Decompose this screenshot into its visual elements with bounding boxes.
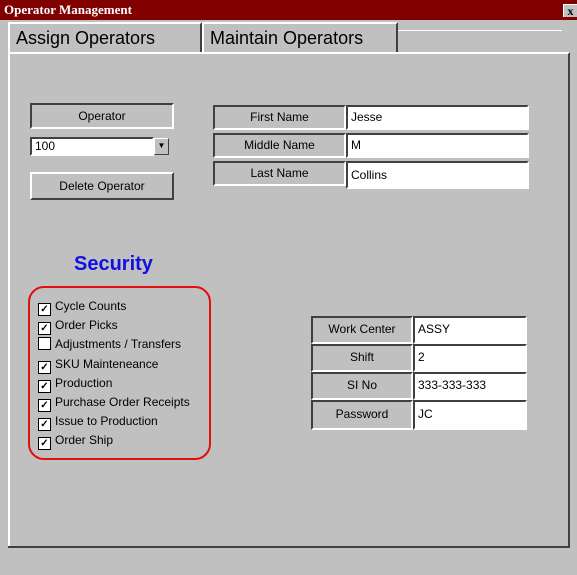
status-bar <box>8 546 570 575</box>
operator-combo-input[interactable]: 100 <box>30 137 154 156</box>
checkbox-checked-icon[interactable]: ✓ <box>38 361 51 374</box>
checkbox-checked-icon[interactable]: ✓ <box>38 380 51 393</box>
checkbox-purchase-order-receipts[interactable]: ✓ Purchase Order Receipts <box>38 394 190 412</box>
checkbox-label: Order Picks <box>55 318 118 332</box>
work-center-label: Work Center <box>311 316 413 344</box>
first-name-field[interactable]: Jesse <box>346 105 529 130</box>
checkbox-order-picks[interactable]: ✓ Order Picks <box>38 317 118 335</box>
checkbox-issue-to-production[interactable]: ✓ Issue to Production <box>38 413 158 431</box>
middle-name-field[interactable]: M <box>346 133 529 158</box>
first-name-label: First Name <box>213 105 346 130</box>
delete-operator-button[interactable]: Delete Operator <box>30 172 174 200</box>
checkbox-checked-icon[interactable]: ✓ <box>38 437 51 450</box>
last-name-field[interactable]: Collins <box>346 161 529 189</box>
si-no-field[interactable]: 333-333-333 <box>413 372 527 400</box>
checkbox-checked-icon[interactable]: ✓ <box>38 418 51 431</box>
tab-strip-filler <box>398 30 562 53</box>
shift-field[interactable]: 2 <box>413 344 527 372</box>
checkbox-label: Purchase Order Receipts <box>55 395 190 409</box>
chevron-down-icon: ▼ <box>157 141 166 150</box>
checkbox-label: Cycle Counts <box>55 299 127 313</box>
checkbox-sku-maintenance[interactable]: ✓ SKU Mainteneance <box>38 356 159 374</box>
window-title: Operator Management <box>4 2 132 17</box>
checkbox-label: Adjustments / Transfers <box>55 337 182 351</box>
security-heading: Security <box>74 253 153 275</box>
checkbox-label: Production <box>55 376 113 390</box>
checkbox-production[interactable]: ✓ Production <box>38 375 113 393</box>
tab-maintain-operators[interactable]: Maintain Operators <box>202 22 398 52</box>
operator-dropdown-button[interactable]: ▼ <box>154 138 169 155</box>
checkbox-checked-icon[interactable]: ✓ <box>38 399 51 412</box>
checkbox-label: Order Ship <box>55 433 114 447</box>
operator-label: Operator <box>30 103 174 129</box>
password-label: Password <box>311 400 413 430</box>
work-center-field[interactable]: ASSY <box>413 316 527 344</box>
operator-management-window: Operator Management x Assign Operators M… <box>0 0 577 575</box>
checkbox-checked-icon[interactable]: ✓ <box>38 322 51 335</box>
tab-assign-operators[interactable]: Assign Operators <box>8 22 202 52</box>
close-button[interactable]: x <box>563 4 577 18</box>
checkbox-adjustments-transfers[interactable]: Adjustments / Transfers <box>38 336 181 353</box>
checkbox-label: SKU Mainteneance <box>55 357 159 371</box>
checkbox-label: Issue to Production <box>55 414 158 428</box>
checkbox-cycle-counts[interactable]: ✓ Cycle Counts <box>38 298 127 316</box>
checkbox-unchecked-icon[interactable] <box>38 337 51 350</box>
checkbox-order-ship[interactable]: ✓ Order Ship <box>38 432 114 450</box>
middle-name-label: Middle Name <box>213 133 346 158</box>
si-no-label: SI No <box>311 372 413 400</box>
last-name-label: Last Name <box>213 161 346 186</box>
password-field[interactable]: JC <box>413 400 527 430</box>
shift-label: Shift <box>311 344 413 372</box>
checkbox-checked-icon[interactable]: ✓ <box>38 303 51 316</box>
title-bar: Operator Management x <box>0 0 577 20</box>
